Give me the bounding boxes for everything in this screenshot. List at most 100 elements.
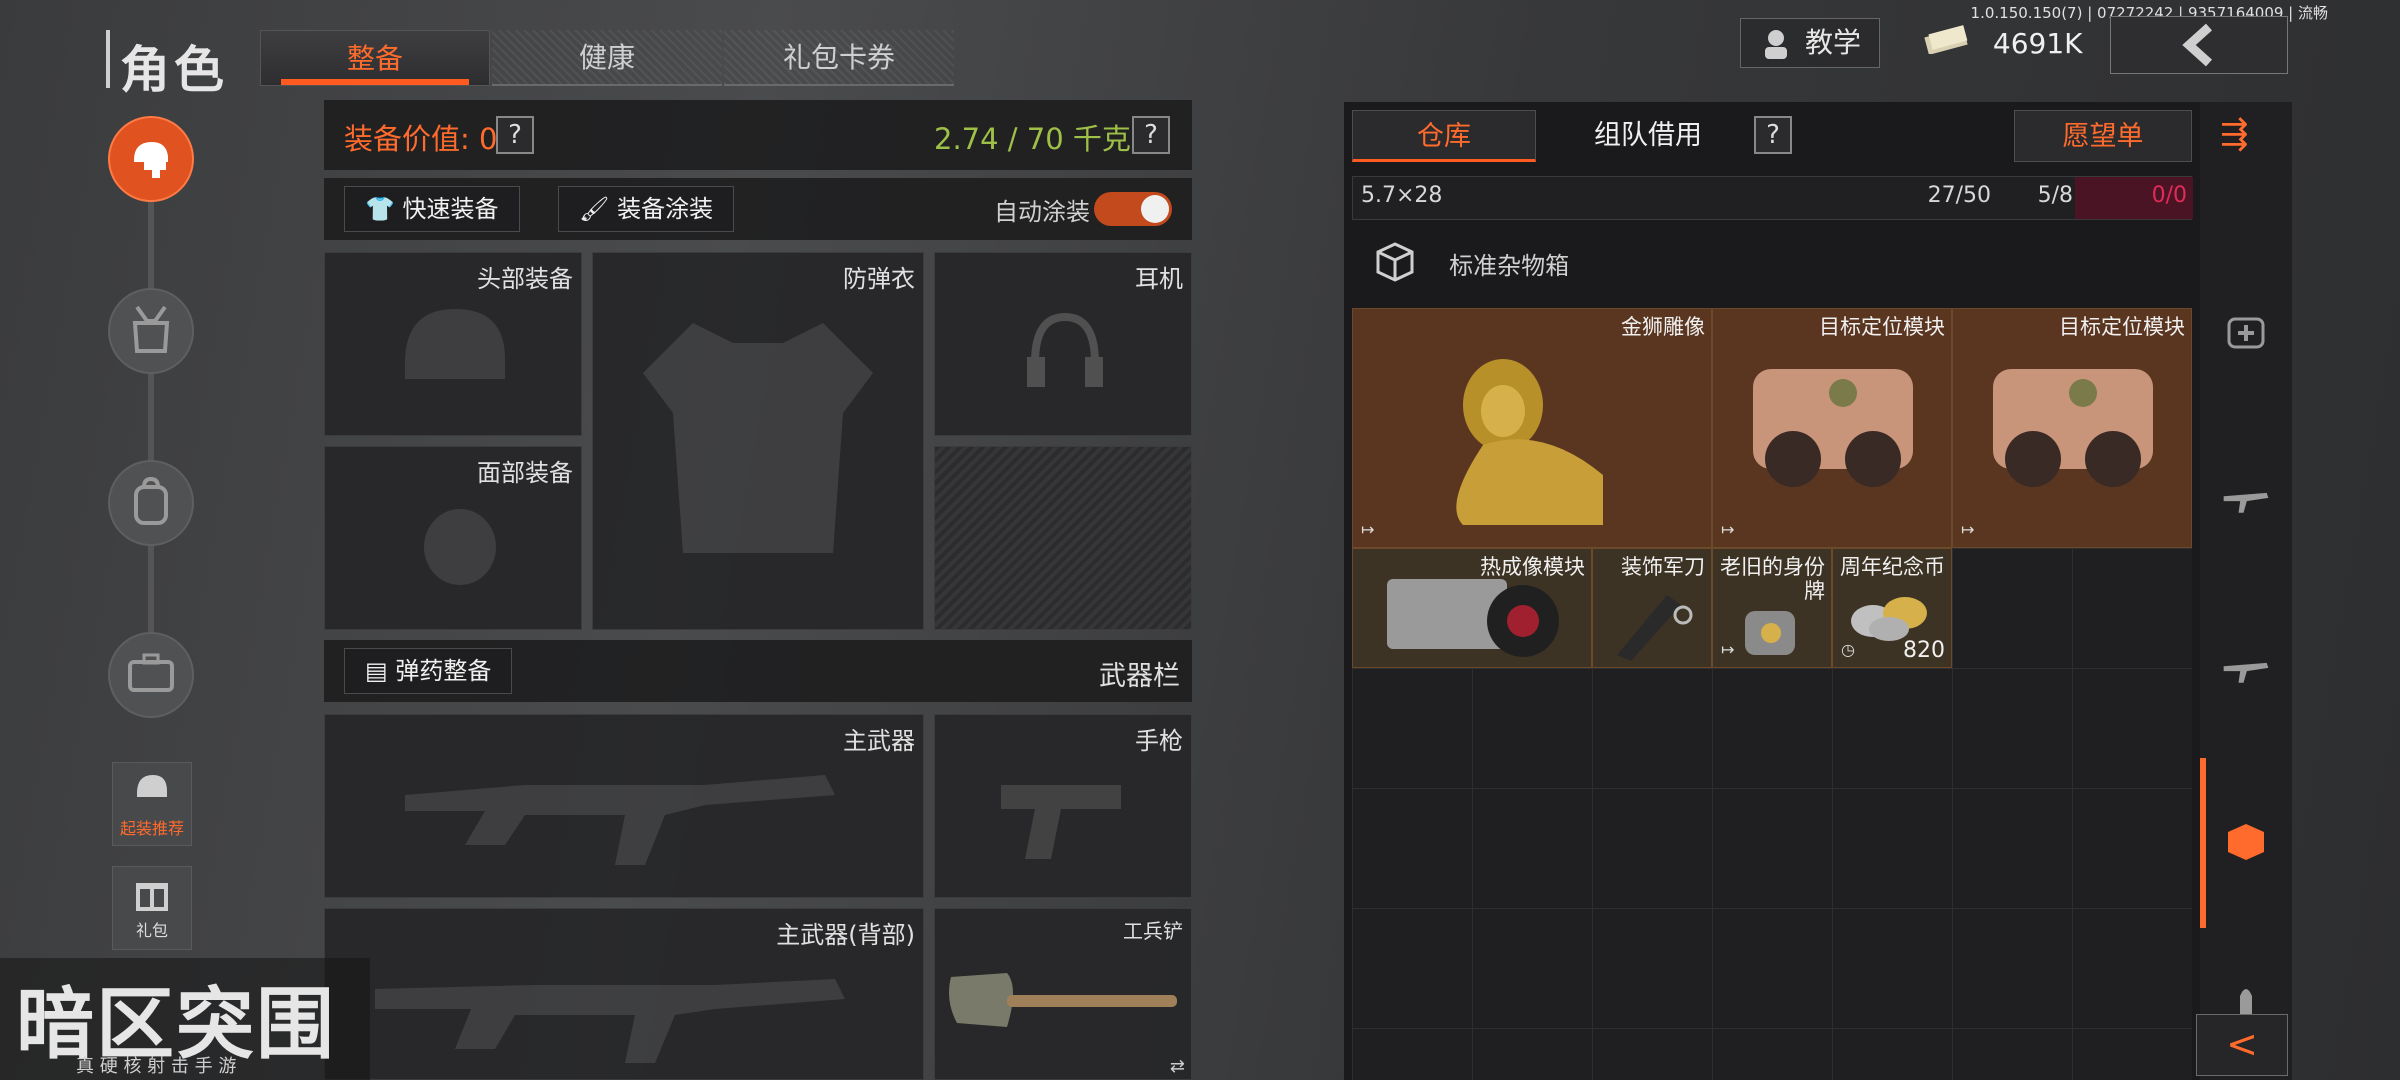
equipment-value: 装备价值: 0 <box>344 122 498 156</box>
rail-rifle-2-icon[interactable] <box>2222 648 2270 696</box>
tab-warehouse[interactable]: 仓库 <box>1352 110 1536 162</box>
page-title: 角色 <box>120 41 228 99</box>
slot-primary-weapon[interactable]: 主武器 <box>324 714 924 898</box>
slot-pistol[interactable]: 手枪 <box>934 714 1192 898</box>
tactical-rig-icon <box>127 303 175 359</box>
shirt-icon: 👕 <box>365 195 395 223</box>
target-module-icon <box>1973 349 2173 513</box>
swap-icon[interactable]: ⇄ <box>1170 1056 1185 1077</box>
dogtag-icon <box>1735 605 1805 665</box>
ammo-prep-button[interactable]: ▤ 弹药整备 <box>344 648 513 694</box>
slot-armor-label: 防弹衣 <box>843 265 915 293</box>
rail-container-icon[interactable] <box>2222 818 2270 866</box>
tab-outfit[interactable]: 整备 <box>260 30 490 86</box>
slot-face[interactable]: 面部装备 <box>324 446 582 630</box>
starter-kit-button[interactable]: 起装推荐 <box>112 762 192 846</box>
quick-equip-button[interactable]: 👕 快速装备 <box>344 186 520 232</box>
item-golden-lion[interactable]: 金狮雕像 ↦ <box>1352 308 1712 548</box>
value-help-button[interactable]: ? <box>496 116 534 154</box>
spray-icon: 🖌 <box>579 195 610 223</box>
container-label: 标准杂物箱 <box>1449 251 1570 280</box>
slot-headset[interactable]: 耳机 <box>934 252 1192 436</box>
item-target-module-1[interactable]: 目标定位模块 ↦ <box>1712 308 1952 548</box>
target-module-icon <box>1733 349 1933 513</box>
slot-armor[interactable]: 防弹衣 <box>592 252 924 630</box>
ammo-name: 5.7×28 <box>1361 183 1443 208</box>
gift-pack-button[interactable]: 礼包 <box>112 866 192 950</box>
item-name: 装饰军刀 <box>1621 555 1705 579</box>
slot-shovel-label: 工兵铲 <box>1123 919 1183 943</box>
chevron-left-icon <box>2179 23 2219 78</box>
body-armor-icon <box>633 313 883 567</box>
sidebar-track <box>148 180 154 680</box>
money-display: 4691K <box>1924 22 2083 66</box>
gift-icon <box>113 873 191 917</box>
weight-help-button[interactable]: ? <box>1132 116 1170 154</box>
item-count: 820 <box>1903 638 1945 663</box>
item-old-dogtag[interactable]: 老旧的身份牌 ↦ <box>1712 548 1832 668</box>
helmet-gun-icon <box>126 132 176 186</box>
warehouse-help-button[interactable]: ? <box>1754 116 1792 154</box>
ammo-row[interactable]: 5.7×28 27/50 5/8 0/0 <box>1352 176 2193 220</box>
item-target-module-2[interactable]: 目标定位模块 ↦ <box>1952 308 2192 548</box>
item-name: 金狮雕像 <box>1621 315 1705 339</box>
sidebar-item-case[interactable] <box>108 632 194 718</box>
tab-gift-cards[interactable]: 礼包卡券 <box>724 30 954 86</box>
auto-paint-toggle[interactable] <box>1094 192 1172 226</box>
quick-equip-label: 快速装备 <box>402 195 499 223</box>
slot-pistol-label: 手枪 <box>1135 727 1183 755</box>
rail-medkit-icon[interactable] <box>2222 308 2270 356</box>
sidebar-item-rig[interactable] <box>108 288 194 374</box>
ammo-count-c: 0/0 <box>2075 177 2193 219</box>
back-button[interactable] <box>2110 16 2288 74</box>
exit-icon: ↦ <box>1721 640 1735 659</box>
box-icon <box>1374 240 1416 286</box>
sidebar-item-backpack[interactable] <box>108 460 194 546</box>
exit-icon: ↦ <box>1721 520 1735 539</box>
rifle-icon <box>405 755 845 879</box>
item-anniversary-coin[interactable]: 周年纪念币 820 ◷ <box>1832 548 1952 668</box>
item-thermal-module[interactable]: 热成像模块 <box>1352 548 1592 668</box>
ammo-prep-label: 弹药整备 <box>395 657 492 685</box>
weapon-toolbar: ▤ 弹药整备 武器栏 <box>324 640 1192 702</box>
ammo-count-b: 5/8 <box>2037 183 2073 208</box>
warehouse-grid[interactable]: 金狮雕像 ↦ 目标定位模块 ↦ 目标定位模块 ↦ 热成像模块 装饰军刀 老旧的身… <box>1352 308 2192 1080</box>
money-amount: 4691K <box>1992 27 2083 60</box>
slot-shovel[interactable]: 工兵铲 ⇄ <box>934 908 1192 1080</box>
slot-primary-label: 主武器 <box>843 727 915 755</box>
tab-health[interactable]: 健康 <box>492 30 722 86</box>
paint-button[interactable]: 🖌 装备涂装 <box>558 186 735 232</box>
container-header[interactable]: 标准杂物箱 <box>1374 240 1569 286</box>
rifle-back-icon <box>375 959 855 1073</box>
rail-rifle-icon[interactable] <box>2222 478 2270 526</box>
tutorial-button[interactable]: 教学 <box>1740 18 1880 68</box>
exit-icon: ↦ <box>1361 520 1375 539</box>
slot-head[interactable]: 头部装备 <box>324 252 582 436</box>
collapse-rail-button[interactable]: < <box>2196 1014 2288 1076</box>
starter-kit-label: 起装推荐 <box>119 819 184 838</box>
pistol-icon <box>1001 775 1131 869</box>
rail-active-indicator <box>2200 758 2206 928</box>
ammo-count-a: 27/50 <box>1927 183 1991 208</box>
item-name: 目标定位模块 <box>1819 315 1945 339</box>
exit-icon: ↦ <box>1961 520 1975 539</box>
item-decor-knife[interactable]: 装饰军刀 <box>1592 548 1712 668</box>
filter-icon[interactable]: ⇶ <box>2220 114 2249 154</box>
cash-icon <box>1924 23 1970 67</box>
weight-display: 2.74 / 70 千克 <box>934 122 1131 156</box>
backpack-icon <box>128 475 174 531</box>
weapon-bar-label: 武器栏 <box>1099 661 1180 692</box>
tab-team-borrow[interactable]: 组队借用 <box>1548 110 1748 162</box>
knife-icon <box>1607 585 1697 669</box>
sidebar-item-equipment[interactable] <box>108 116 194 202</box>
title-bar-accent <box>106 30 110 88</box>
wishlist-button[interactable]: 愿望单 <box>2014 110 2192 162</box>
slot-primary-back[interactable]: 主武器(背部) <box>324 908 924 1080</box>
clock-icon: ◷ <box>1841 640 1855 659</box>
equip-toolbar: 👕 快速装备 🖌 装备涂装 自动涂装 <box>324 178 1192 240</box>
tutorial-icon <box>1759 27 1793 76</box>
game-logo: 暗区突围 真 硬 核 射 击 手 游 <box>0 958 370 1080</box>
slot-primary-back-label: 主武器(背部) <box>776 921 915 949</box>
shovel-icon <box>947 967 1187 1041</box>
item-name: 目标定位模块 <box>2059 315 2185 339</box>
